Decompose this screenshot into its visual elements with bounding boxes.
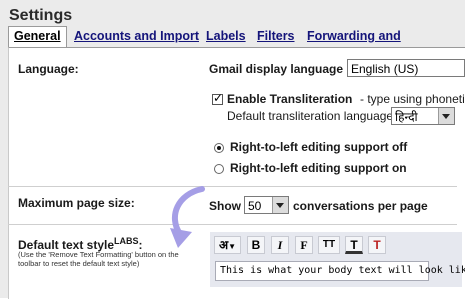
labs-badge: LABS	[114, 236, 139, 246]
page-size-suffix: conversations per page	[293, 199, 428, 213]
italic-button[interactable]: I	[271, 236, 289, 254]
settings-tabs: General Accounts and Import Labels Filte…	[8, 26, 465, 62]
font-select-button[interactable]: अ▼	[214, 236, 241, 254]
chevron-down-icon	[438, 108, 454, 124]
display-language-value: English (US)	[351, 62, 419, 76]
body-text-preview: This is what your body text will look li…	[215, 261, 465, 281]
transliteration-hint: - type using phonetic	[360, 92, 465, 106]
tab-general[interactable]: General	[8, 26, 67, 47]
chevron-down-icon: ▼	[228, 242, 237, 251]
rtl-off-label: Right-to-left editing support off	[230, 140, 408, 154]
default-transliteration-label: Default transliteration language:	[227, 109, 397, 123]
chevron-down-icon	[272, 197, 288, 213]
page-size-select[interactable]: 50	[244, 196, 289, 214]
transliteration-label: Enable Transliteration	[227, 92, 353, 106]
section-divider	[8, 186, 457, 187]
checkmark-icon: ✓	[213, 91, 224, 105]
show-label: Show	[209, 199, 241, 213]
rtl-off-radio[interactable]	[214, 143, 224, 153]
page-size-value: 50	[248, 199, 262, 213]
font-face-button[interactable]: F	[295, 236, 313, 254]
transliteration-language-select[interactable]: हिन्दी	[391, 107, 455, 125]
transliteration-checkbox[interactable]: ✓	[212, 91, 224, 105]
tab-accounts-and-import[interactable]: Accounts and Import	[74, 27, 199, 46]
font-glyph: अ	[218, 238, 229, 252]
display-language-select[interactable]: English (US)	[347, 59, 465, 77]
tab-filters[interactable]: Filters	[257, 27, 295, 46]
tab-forwarding-pop-imap[interactable]: Forwarding and POP/IMAP	[307, 27, 465, 62]
rtl-on-label: Right-to-left editing support on	[230, 161, 407, 175]
page-title: Settings	[9, 7, 73, 24]
language-label: Language:	[18, 62, 79, 76]
section-divider	[8, 224, 457, 225]
remove-formatting-button[interactable]: T	[368, 236, 386, 254]
page-size-label: Maximum page size:	[18, 196, 135, 210]
tab-labels[interactable]: Labels	[206, 27, 246, 46]
text-style-hint: (Use the 'Remove Text Formatting' button…	[18, 250, 179, 268]
font-size-button[interactable]: TT	[318, 236, 340, 254]
text-color-button[interactable]: T	[345, 236, 363, 254]
transliteration-language-value: हिन्दी	[395, 110, 418, 124]
arrow-pointer-icon	[170, 186, 205, 248]
rtl-on-radio[interactable]	[214, 164, 224, 174]
bold-button[interactable]: B	[247, 236, 265, 254]
display-language-label: Gmail display language	[209, 62, 344, 76]
